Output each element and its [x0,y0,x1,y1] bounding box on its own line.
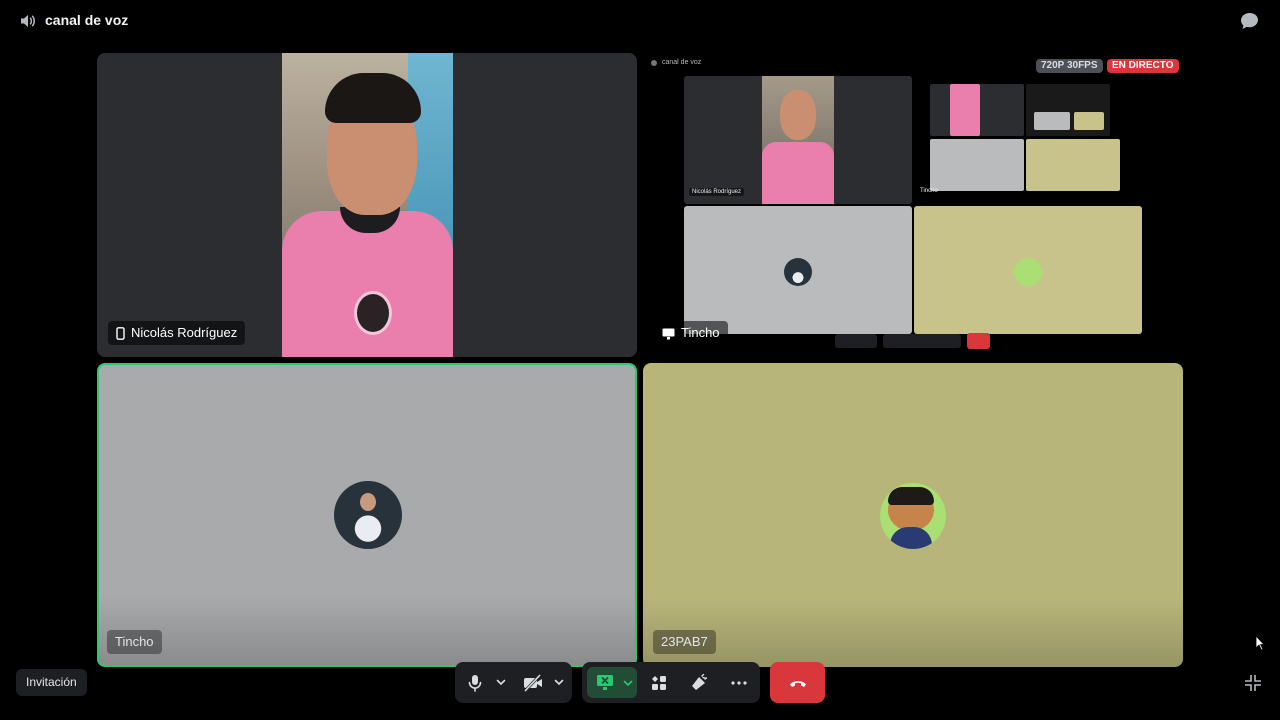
soundboard-button[interactable] [688,672,710,694]
activities-icon [652,676,666,690]
player-avatar [334,481,402,549]
speaker-icon [651,60,657,66]
cartoon-avatar [880,483,946,549]
invite-button[interactable]: Invitación [16,669,87,696]
exit-fullscreen-icon[interactable] [1244,674,1262,692]
top-bar: canal de voz [0,0,1280,42]
mobile-icon [116,327,125,340]
camera-button[interactable] [522,672,544,694]
soundboard-icon [692,674,708,690]
chevron-down-icon[interactable] [553,676,565,688]
end-call-icon [789,680,806,687]
participant-name-tag: Tincho [107,630,162,654]
chevron-down-icon[interactable] [495,676,507,688]
participant-name: Tincho [115,634,154,649]
live-badge: EN DIRECTO [1107,59,1179,73]
preview-control-bar [835,332,990,350]
participant-name: Nicolás Rodríguez [131,325,238,340]
participant-name-tag: Nicolás Rodríguez [108,321,246,345]
voice-tile[interactable]: 23PAB7 [643,363,1183,667]
participant-name-tag: 23PAB7 [653,630,716,654]
more-options-button[interactable] [728,672,750,694]
activity-controls [582,662,760,703]
speaker-icon [21,15,35,27]
participant-name: 23PAB7 [661,634,708,649]
stream-tile[interactable]: canal de voz 720P 30FPS EN DIRECTO Nicol… [643,53,1183,357]
channel-title: canal de voz [45,12,129,28]
preview-nested-stream: Tincho [914,76,1142,204]
participant-name: Tincho [681,325,720,340]
screen-share-icon [597,675,613,690]
mouse-cursor-icon [1255,635,1265,651]
camera-feed [282,53,453,357]
microphone-button[interactable] [464,672,486,694]
microphone-icon [468,675,482,692]
cartoon-avatar [1014,258,1042,286]
preview-camera-tile: Nicolás Rodríguez [684,76,912,204]
chevron-down-icon[interactable] [622,677,634,689]
end-call-button[interactable] [770,662,825,703]
resolution-badge: 720P 30FPS [1036,59,1103,73]
preview-voice-tile [684,206,912,334]
audio-video-controls [455,662,572,703]
shirt-crest [354,291,392,335]
player-avatar [784,258,812,286]
camera-off-icon [523,674,542,692]
preview-channel-title: canal de voz [662,59,702,66]
preview-name-label: Tincho [920,188,938,194]
participant-name-tag: Tincho [654,321,728,345]
more-icon [731,681,747,685]
voice-tile[interactable]: Tincho [97,363,637,667]
chat-icon[interactable] [1240,12,1259,30]
monitor-icon [662,328,675,340]
preview-name-label: Nicolás Rodríguez [689,188,745,196]
preview-voice-tile [914,206,1142,334]
camera-tile[interactable]: Nicolás Rodríguez [97,53,637,357]
activities-button[interactable] [648,672,670,694]
screen-share-button[interactable] [587,667,637,698]
